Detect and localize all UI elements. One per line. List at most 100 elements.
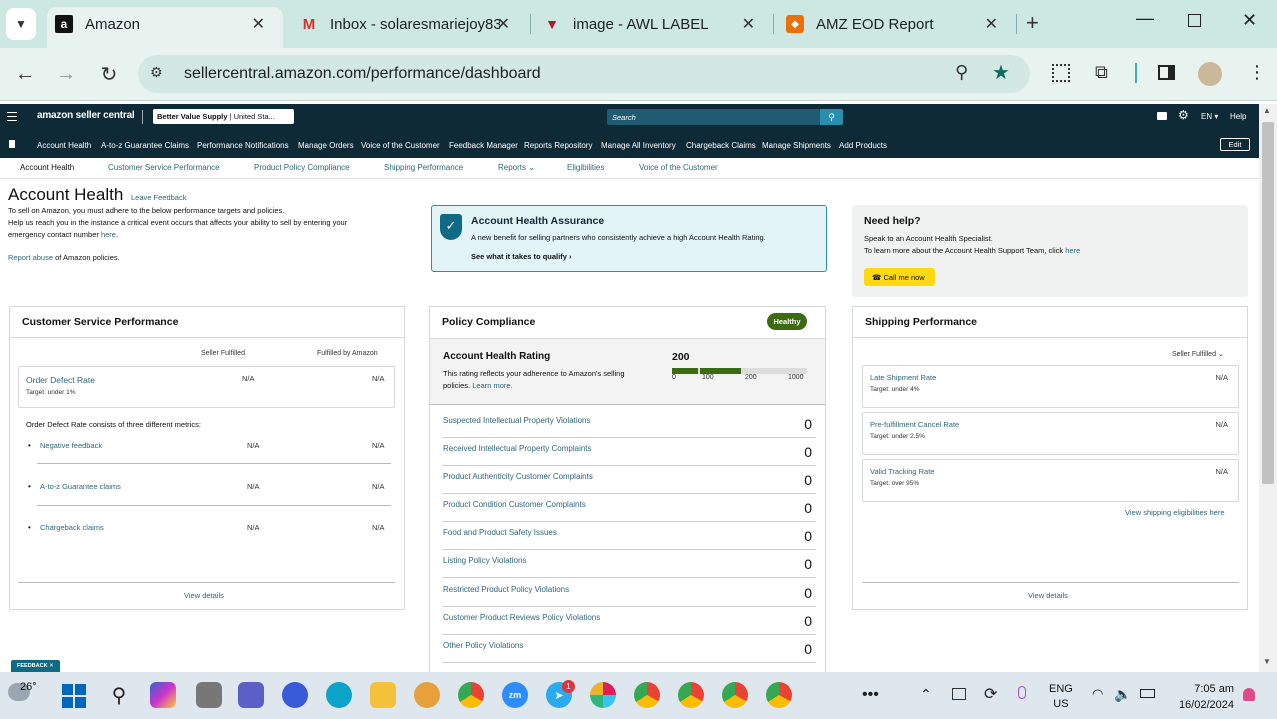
assurance-cta-link[interactable]: See what it takes to qualify › (471, 252, 571, 261)
close-window-button[interactable]: ✕ (1242, 10, 1257, 31)
zoom-icon[interactable]: zm (502, 682, 528, 708)
tab-eod-report[interactable]: ◆ AMZ EOD Report ✕ (786, 8, 1008, 40)
network-off-icon[interactable] (952, 688, 966, 700)
new-tab-button[interactable]: + (1026, 10, 1039, 36)
scroll-up-arrow-icon[interactable]: ▲ (1263, 106, 1271, 115)
site-info-icon[interactable]: ⚙ (150, 64, 163, 81)
tab-awl[interactable]: ▼ image - AWL LABEL ✕ (543, 8, 765, 40)
search-button[interactable]: ⚲ (820, 109, 843, 125)
bookmark-icon[interactable] (9, 140, 15, 148)
url-text[interactable]: sellercentral.amazon.com/performance/das… (184, 65, 541, 83)
sync-icon[interactable]: ⟳ (984, 684, 997, 704)
subnav-reports[interactable]: Reports ⌄ (498, 163, 535, 172)
copilot-icon[interactable] (150, 682, 176, 708)
feedback-tab[interactable]: FEEDBACK ✕ (11, 660, 60, 672)
subnav-customer-service[interactable]: Customer Service Performance (108, 163, 220, 172)
support-team-link[interactable]: here (1065, 246, 1080, 255)
battery-icon[interactable] (1140, 689, 1155, 698)
shipping-filter-dropdown[interactable]: Seller Fulfilled ⌄ (1172, 350, 1224, 358)
subnav-account-health[interactable]: Account Health (20, 163, 74, 172)
forward-button[interactable]: → (53, 61, 79, 87)
help-link[interactable]: Help (1230, 112, 1246, 121)
profile-avatar[interactable] (1198, 62, 1222, 86)
subnav-eligibilities[interactable]: Eligibilities (567, 163, 604, 172)
seller-central-logo[interactable]: amazon seller central (37, 110, 135, 121)
teams-icon[interactable] (238, 682, 264, 708)
list-item[interactable]: • Chargeback claims N/A N/A (28, 523, 391, 537)
shipping-metric-card[interactable]: Late Shipment Rate Target: under 4% N/A (862, 365, 1239, 408)
start-button[interactable] (62, 684, 86, 708)
shipping-metric-card[interactable]: Pre-fulfillment Cancel Rate Target: unde… (862, 412, 1239, 455)
volume-icon[interactable]: 🔈 (1114, 686, 1131, 703)
restore-button[interactable] (1188, 14, 1201, 27)
language-selector[interactable]: EN ▾ (1201, 112, 1218, 121)
close-icon[interactable]: ✕ (49, 663, 54, 669)
tab-amazon-content[interactable]: a Amazon ✕ (55, 8, 275, 40)
notification-bell-icon[interactable] (1243, 688, 1255, 701)
tab-gmail[interactable]: M Inbox - solaresmariejoy83 ✕ (300, 8, 520, 40)
search-input[interactable]: Search (607, 109, 820, 125)
hamburger-menu-icon[interactable] (7, 112, 17, 121)
nav-performance-notifications[interactable]: Performance Notifications (197, 141, 289, 150)
report-abuse-link[interactable]: Report abuse (8, 253, 53, 262)
odr-card[interactable] (18, 366, 395, 408)
chevron-up-icon[interactable]: ⌃ (920, 686, 932, 703)
task-view-icon[interactable] (196, 682, 222, 708)
store-selector[interactable]: Better Value Supply | United Sta... (153, 109, 294, 124)
nav-add-products[interactable]: Add Products (839, 141, 887, 150)
reload-button[interactable]: ↻ (96, 61, 122, 87)
file-explorer-icon[interactable] (370, 682, 396, 708)
policy-row[interactable]: Food and Product Safety Issues 0 (442, 522, 816, 550)
zoom-icon[interactable]: ⚲ (955, 62, 968, 83)
nav-manage-shipments[interactable]: Manage Shipments (762, 141, 831, 150)
close-tab-icon[interactable]: ✕ (497, 14, 510, 34)
microphone-icon[interactable] (1018, 686, 1026, 699)
browser-menu-icon[interactable]: ⋮ (1248, 62, 1266, 83)
side-panel-icon[interactable] (1158, 65, 1175, 80)
nav-manage-orders[interactable]: Manage Orders (298, 141, 354, 150)
bookmark-star-icon[interactable]: ★ (992, 60, 1010, 85)
nav-manage-inventory[interactable]: Manage All Inventory (601, 141, 676, 150)
chrome-profile-icon[interactable] (722, 682, 748, 708)
policy-row[interactable]: Restricted Product Policy Violations 0 (442, 579, 816, 607)
subnav-shipping[interactable]: Shipping Performance (384, 163, 463, 172)
nav-voice-of-customer[interactable]: Voice of the Customer (361, 141, 440, 150)
mail-icon[interactable] (1157, 112, 1167, 120)
tab-search-button[interactable]: ▼ (6, 8, 36, 40)
ahr-learn-more-link[interactable]: Learn more. (472, 381, 512, 390)
minimize-button[interactable]: — (1136, 8, 1154, 29)
back-button[interactable]: ← (12, 61, 38, 87)
policy-row[interactable]: Received Intellectual Property Complaint… (442, 438, 816, 466)
chrome-icon[interactable] (458, 682, 484, 708)
app-circle-icon[interactable] (282, 682, 308, 708)
csp-view-details-link[interactable]: View details (184, 591, 224, 600)
game-app-icon[interactable] (414, 682, 440, 708)
edit-nav-button[interactable]: Edit (1220, 138, 1250, 151)
emergency-contact-link[interactable]: here (101, 230, 116, 239)
policy-row[interactable]: Suspected Intellectual Property Violatio… (442, 410, 816, 438)
call-me-now-button[interactable]: ☎ Call me now (864, 268, 935, 286)
list-item[interactable]: • Negative feedback N/A N/A (28, 441, 391, 455)
close-tab-icon[interactable]: ✕ (742, 14, 755, 34)
weather-temp[interactable]: 26° (20, 681, 37, 693)
nav-chargeback-claims[interactable]: Chargeback Claims (686, 141, 756, 150)
slack-icon[interactable] (590, 682, 616, 708)
nav-feedback-manager[interactable]: Feedback Manager (449, 141, 518, 150)
more-apps-icon[interactable]: ••• (862, 686, 879, 704)
list-item[interactable]: • A-to-z Guarantee claims N/A N/A (28, 482, 391, 496)
shipping-view-details-link[interactable]: View details (1028, 591, 1068, 600)
scrollbar-thumb[interactable] (1262, 122, 1274, 484)
wifi-icon[interactable]: ◠ (1092, 686, 1103, 702)
policy-row[interactable]: Listing Policy Violations 0 (442, 550, 816, 578)
subnav-voice-of-customer[interactable]: Voice of the Customer (639, 163, 718, 172)
extensions-icon[interactable]: ⧉ (1095, 62, 1108, 83)
subnav-product-policy[interactable]: Product Policy Compliance (254, 163, 350, 172)
qr-code-icon[interactable] (1052, 64, 1070, 82)
policy-row[interactable]: Customer Product Reviews Policy Violatio… (442, 607, 816, 635)
shipping-metric-card[interactable]: Valid Tracking Rate Target: over 95% N/A (862, 459, 1239, 502)
policy-row[interactable]: Product Condition Customer Complaints 0 (442, 494, 816, 522)
close-tab-icon[interactable]: ✕ (252, 14, 265, 34)
chrome-profile-icon[interactable] (634, 682, 660, 708)
language-indicator[interactable]: ENG US (1049, 682, 1073, 712)
odr-label[interactable]: Order Defect Rate (26, 375, 95, 385)
